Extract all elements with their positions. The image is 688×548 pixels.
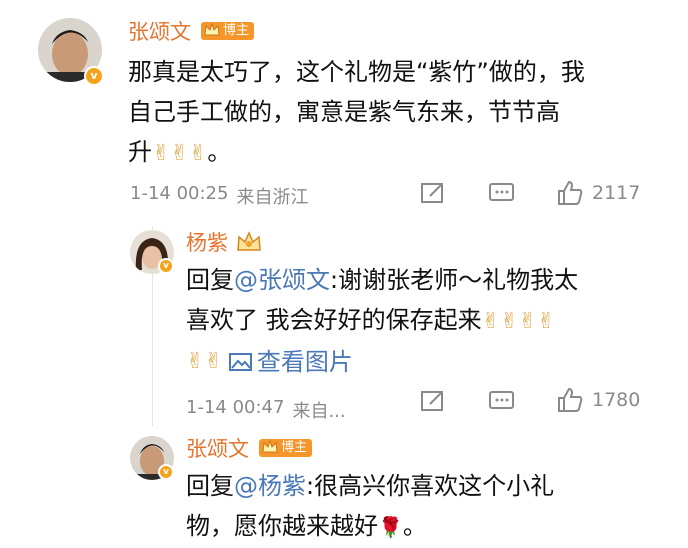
reply-location: 来自...	[292, 401, 346, 422]
crown-icon	[204, 22, 220, 36]
verified-icon: v	[84, 66, 104, 86]
view-image-link[interactable]: 查看图片	[228, 342, 353, 382]
share-button[interactable]	[420, 181, 446, 210]
reply-author-name[interactable]: 杨紫	[186, 227, 228, 257]
reply-author-name[interactable]: 张颂文	[186, 433, 249, 463]
reply-line-text: :很高兴你喜欢这个小礼	[306, 472, 555, 500]
thumbs-up-icon	[558, 387, 583, 412]
image-icon	[228, 353, 252, 371]
author-name[interactable]: 张颂文	[128, 16, 191, 46]
like-button[interactable]: 1780	[556, 386, 640, 414]
comment-icon	[489, 391, 514, 409]
comment-button[interactable]	[488, 181, 516, 210]
blogger-badge: 博主	[259, 439, 313, 457]
comment-line: 自己手工做的，寓意是紫气东来，节节高	[128, 98, 560, 126]
share-icon	[421, 391, 443, 411]
share-button[interactable]	[420, 389, 446, 418]
comment-text: 那真是太巧了，这个礼物是“紫竹”做的，我 自己手工做的，寓意是紫气东来，节节高 …	[128, 52, 668, 174]
like-count: 2117	[592, 182, 641, 204]
comment-line: 那真是太巧了，这个礼物是“紫竹”做的，我	[128, 58, 585, 86]
reply-text: 回复@杨紫:很高兴你喜欢这个小礼 物，愿你越来越好🌹。	[186, 466, 656, 547]
mention-link[interactable]: @张颂文	[234, 266, 330, 294]
reply-prefix: 回复	[186, 266, 234, 294]
comment-location: 来自浙江	[236, 187, 309, 208]
mention-link[interactable]: @杨紫	[234, 472, 306, 500]
reply-time: 1-14 00:47	[186, 397, 285, 418]
reply-prefix: 回复	[186, 472, 234, 500]
comment-line-text: 。	[207, 138, 232, 166]
crown-icon	[237, 231, 261, 251]
like-button[interactable]: 2117	[556, 179, 640, 207]
reply-line: 回复@张颂文:谢谢张老师～礼物我太	[186, 260, 656, 300]
victory-emoji: ✌✌✌	[152, 141, 208, 166]
comment-time: 1-14 00:25	[130, 183, 229, 204]
comment-line-text: 升	[128, 138, 152, 166]
reply-line-text: 喜欢了 我会好好的保存起来	[186, 306, 482, 334]
verified-icon: v	[158, 464, 174, 480]
rose-emoji: 🌹	[378, 515, 403, 539]
reply-line: 喜欢了 我会好好的保存起来✌✌✌✌	[186, 300, 656, 342]
comment-button[interactable]	[488, 389, 516, 418]
like-count: 1780	[592, 389, 641, 411]
crown-icon	[262, 439, 278, 453]
reply-line: ✌✌ 查看图片	[186, 342, 656, 382]
badge-label: 博主	[223, 23, 250, 38]
view-image-label: 查看图片	[256, 348, 353, 376]
blogger-badge: 博主	[201, 22, 255, 40]
share-icon	[421, 183, 443, 203]
victory-emoji: ✌✌	[186, 349, 223, 374]
comment-icon	[489, 183, 514, 201]
reply-line: 物，愿你越来越好🌹。	[186, 506, 656, 547]
reply-line-text: 。	[402, 512, 427, 540]
thumbs-up-icon	[558, 180, 583, 205]
reply-line-text: 物，愿你越来越好	[186, 512, 378, 540]
comment-line: 升✌✌✌。	[128, 132, 668, 174]
badge-label: 博主	[281, 440, 308, 455]
verified-icon: v	[158, 258, 174, 274]
reply-text: 回复@张颂文:谢谢张老师～礼物我太 喜欢了 我会好好的保存起来✌✌✌✌ ✌✌ 查…	[186, 260, 656, 382]
reply-line: 回复@杨紫:很高兴你喜欢这个小礼	[186, 466, 656, 506]
reply-line-text: :谢谢张老师～礼物我太	[330, 266, 579, 294]
victory-emoji: ✌✌✌✌	[481, 309, 556, 334]
